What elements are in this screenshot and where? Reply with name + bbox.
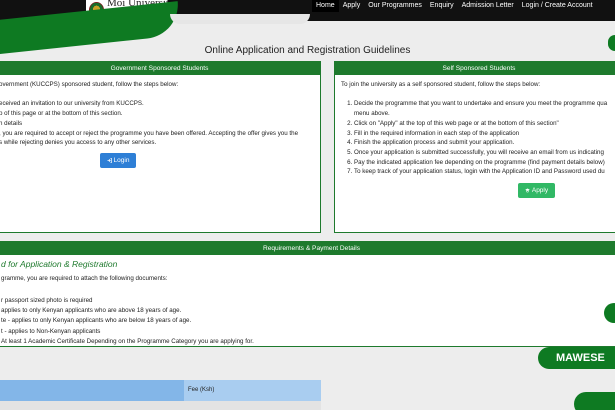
self-steps-list: Decide the programme that you want to un… — [354, 99, 615, 177]
nav-home[interactable]: Home — [312, 0, 339, 12]
requirements-subtitle: d for Application & Registration — [1, 259, 118, 269]
government-panel-heading: Government Sponsored Students — [0, 62, 320, 75]
self-step: Fill in the required information in each… — [354, 129, 615, 139]
self-step: Finish the application process and submi… — [354, 138, 615, 148]
requirements-heading: Requirements & Payment Details — [0, 242, 615, 255]
fee-table-header-fee: Fee (Ksh) — [184, 380, 321, 401]
government-line: overnment (KUCCPS) sponsored student, fo… — [0, 81, 179, 88]
government-line: eceived an invitation to our university … — [0, 100, 144, 108]
government-line: , you are required to accept or reject t… — [0, 129, 299, 137]
nav-enquiry[interactable]: Enquiry — [426, 0, 458, 12]
nav-login-create-account[interactable]: Login / Create Account — [518, 0, 597, 12]
government-panel-body: overnment (KUCCPS) sponsored student, fo… — [0, 75, 320, 148]
requirements-panel: Requirements & Payment Details d for App… — [0, 241, 615, 347]
government-sponsored-panel: Government Sponsored Students overnment … — [0, 61, 321, 233]
table-row — [0, 401, 321, 410]
apply-button[interactable]: Apply — [518, 183, 555, 198]
nav-apply[interactable]: Apply — [339, 0, 365, 12]
requirement-item: t - applies to Non-Kenyan applicants — [1, 327, 101, 335]
self-step: Once your application is submitted succe… — [354, 148, 615, 158]
login-button-label: Login — [113, 157, 130, 164]
requirements-intro: gramme, you are required to attach the f… — [1, 275, 168, 282]
nav-our-programmes[interactable]: Our Programmes — [364, 0, 426, 12]
graduation-icon — [525, 188, 530, 193]
apply-button-label: Apply — [531, 187, 549, 194]
self-step: Click on "Apply" at the top of this web … — [354, 119, 615, 129]
page-title: Online Application and Registration Guid… — [204, 45, 411, 56]
government-line: n details — [0, 119, 23, 127]
decorative-wave-light — [170, 14, 310, 24]
self-panel-body: To join the university as a self sponsor… — [335, 75, 615, 177]
sign-in-icon — [107, 158, 112, 163]
requirements-list: r passport sized photo is required appli… — [1, 296, 254, 347]
requirement-item: applies to only Kenyan applicants who ar… — [1, 307, 182, 315]
decorative-shape — [574, 392, 615, 410]
requirement-item: te - applies to only Kenyan applicants w… — [1, 317, 192, 325]
self-panel-heading: Self Sponsored Students — [335, 62, 615, 75]
government-line — [0, 90, 320, 100]
nav-admission-letter[interactable]: Admission Letter — [458, 0, 518, 12]
government-line: s while rejecting denies you access to a… — [0, 139, 157, 147]
fee-table: Fee (Ksh) — [0, 380, 321, 410]
self-intro: To join the university as a self sponsor… — [341, 81, 541, 88]
requirement-item: r passport sized photo is required — [1, 297, 93, 304]
login-button[interactable]: Login — [100, 153, 136, 168]
fee-table-header-cell — [0, 380, 184, 401]
main-nav: Home Apply Our Programmes Enquiry Admiss… — [312, 0, 597, 12]
self-step: To keep track of your application status… — [354, 167, 615, 177]
mawese-banner: MAWESE — [538, 347, 615, 369]
government-line: p of this page or at the bottom of this … — [0, 110, 123, 118]
self-step: Pay the indicated application fee depend… — [354, 158, 615, 168]
self-sponsored-panel: Self Sponsored Students To join the univ… — [334, 61, 615, 233]
self-step: Decide the programme that you want to un… — [354, 99, 615, 118]
requirement-item: At least 1 Academic Certificate Dependin… — [1, 337, 254, 345]
